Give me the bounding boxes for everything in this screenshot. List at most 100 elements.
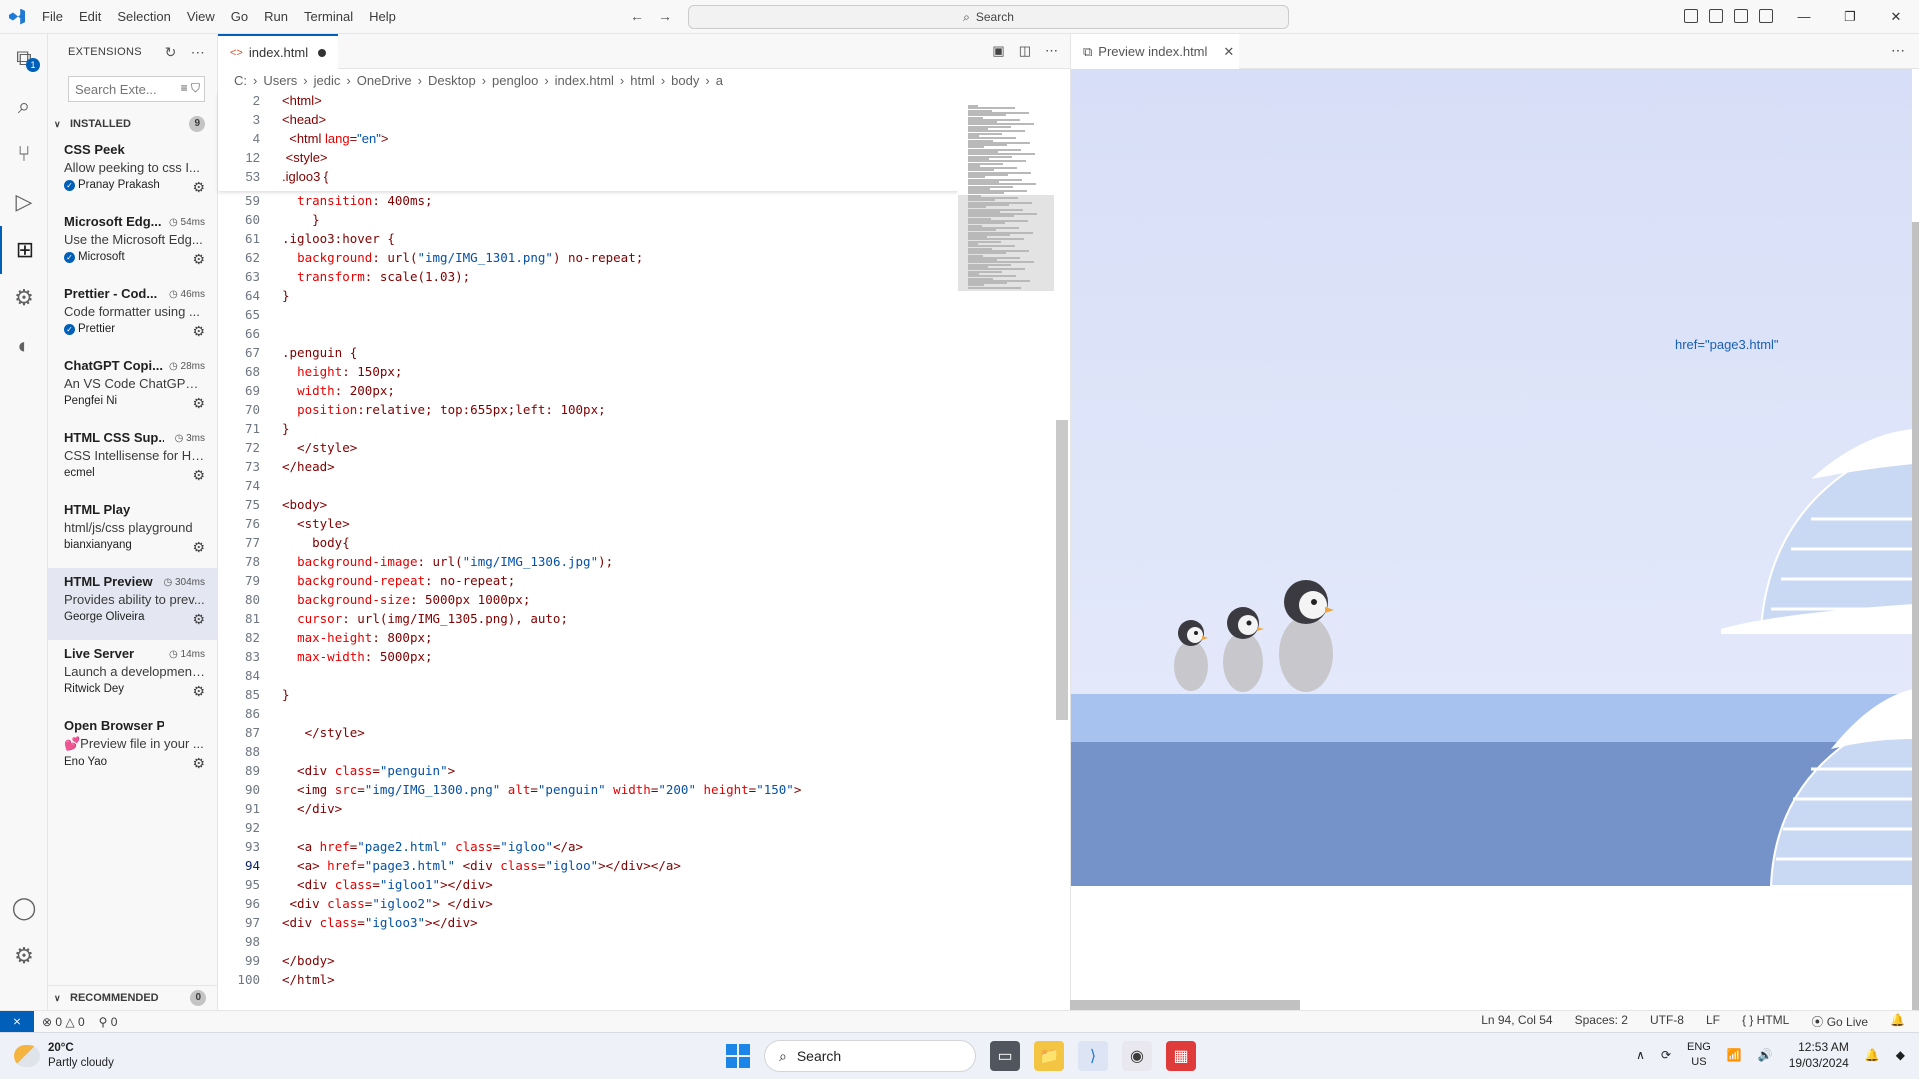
manage-extension-gear-icon[interactable]: ⚙	[192, 395, 205, 412]
copilot-icon[interactable]: ◆	[1896, 1048, 1905, 1062]
extensions-search-input[interactable]: Search Exte... ≡ ⛉	[68, 76, 205, 102]
preview-vertical-scrollbar[interactable]	[1912, 222, 1919, 1010]
installed-section-header[interactable]: ∨ INSTALLED 9	[48, 112, 217, 136]
extension-item[interactable]: Microsoft Edg... ◷ 54ms Use the Microsoft …	[48, 208, 217, 280]
app-icon[interactable]: ▦	[1166, 1041, 1196, 1071]
forward-arrow-icon[interactable]: →	[658, 8, 672, 24]
encoding[interactable]: UTF-8	[1650, 1013, 1684, 1030]
manage-extension-gear-icon[interactable]: ⚙	[192, 467, 205, 484]
end-of-line[interactable]: LF	[1706, 1013, 1720, 1030]
language-mode[interactable]: { } HTML	[1742, 1013, 1789, 1030]
code-editor[interactable]: 59 transition: 400ms; 60 } 61 .igloo3:hover…	[218, 91, 958, 1010]
breadcrumb-item[interactable]: Users	[263, 73, 297, 88]
toggle-panel-icon[interactable]	[1709, 9, 1723, 23]
menu-go[interactable]: Go	[223, 0, 256, 34]
back-arrow-icon[interactable]: ←	[630, 8, 644, 24]
extension-item[interactable]: Open Browser Preview 💕Preview file in you…	[48, 712, 217, 784]
breadcrumb-item[interactable]: jedic	[314, 73, 341, 88]
refresh-icon[interactable]: ↻	[165, 44, 177, 61]
igloo-right-image[interactable]	[1721, 429, 1912, 634]
task-view-icon[interactable]: ▭	[990, 1041, 1020, 1071]
menu-run[interactable]: Run	[256, 0, 296, 34]
close-icon[interactable]: ✕	[1873, 0, 1919, 34]
more-actions-icon[interactable]: ⋯	[1045, 43, 1058, 59]
filter-icon[interactable]: ≡ ⛉	[181, 81, 200, 96]
ports-indicator[interactable]: ⚲ 0	[99, 1015, 118, 1029]
run-debug-icon[interactable]: ▷	[0, 178, 48, 226]
manage-extension-gear-icon[interactable]: ⚙	[192, 755, 205, 772]
file-explorer-icon[interactable]: 📁	[1034, 1041, 1064, 1071]
accounts-icon[interactable]: ◯	[0, 884, 48, 932]
extension-item[interactable]: CSS Peek Allow peeking to css I... ✓ Pranay…	[48, 136, 217, 208]
extension-item[interactable]: Live Server ◷ 14ms Launch a development...…	[48, 640, 217, 712]
customize-layout-icon[interactable]	[1759, 9, 1773, 23]
taskbar-search[interactable]: ⌕ Search	[764, 1040, 976, 1072]
cursor-position[interactable]: Ln 94, Col 54	[1481, 1013, 1552, 1030]
manage-extension-gear-icon[interactable]: ⚙	[192, 611, 205, 628]
breadcrumb-item[interactable]: C:	[234, 73, 247, 88]
more-actions-icon[interactable]: ⋯	[191, 44, 205, 61]
wifi-icon[interactable]: 📶	[1727, 1048, 1742, 1062]
command-center-search[interactable]: ⌕ Search	[688, 5, 1289, 29]
unsaved-dot-icon[interactable]	[318, 49, 326, 57]
breadcrumb-item[interactable]: Desktop	[428, 73, 476, 88]
igloo-lower-right-image[interactable]	[1769, 689, 1912, 886]
tab-index-html[interactable]: <> index.html	[218, 34, 338, 69]
start-windows-icon[interactable]	[726, 1044, 750, 1068]
minimap[interactable]	[958, 91, 1070, 1010]
manage-extension-gear-icon[interactable]: ⚙	[192, 179, 205, 196]
recommended-section-header[interactable]: ∨ RECOMMENDED 0	[48, 986, 217, 1010]
menu-help[interactable]: Help	[361, 0, 404, 34]
preview-horizontal-scrollbar[interactable]	[1070, 1000, 1300, 1010]
breadcrumb-item[interactable]: body	[671, 73, 699, 88]
language-indicator[interactable]: ENG US	[1687, 1040, 1711, 1070]
notification-bell-icon[interactable]: 🔔	[1865, 1048, 1880, 1062]
chatgpt-icon[interactable]: ⚙	[0, 274, 48, 322]
restore-icon[interactable]: ❐	[1827, 0, 1873, 34]
penguin-small-image[interactable]	[1174, 620, 1208, 691]
html-preview-pane[interactable]: href="page3.html"	[1070, 69, 1912, 1010]
extension-item[interactable]: Prettier - Cod... ◷ 46ms Code formatter us…	[48, 280, 217, 352]
menu-terminal[interactable]: Terminal	[296, 0, 361, 34]
minimize-icon[interactable]: —	[1781, 0, 1827, 34]
split-editor-icon[interactable]: ◫	[1019, 43, 1031, 59]
toggle-primary-sidebar-icon[interactable]	[1684, 9, 1698, 23]
indentation[interactable]: Spaces: 2	[1575, 1013, 1628, 1030]
breadcrumb-item[interactable]: a	[716, 73, 723, 88]
manage-extension-gear-icon[interactable]: ⚙	[192, 323, 205, 340]
extension-item[interactable]: HTML Play html/js/css playground bianxiany…	[48, 496, 217, 568]
menu-view[interactable]: View	[179, 0, 223, 34]
extension-item[interactable]: ChatGPT Copi... ◷ 28ms An VS Code ChatGPT …	[48, 352, 217, 424]
toggle-secondary-sidebar-icon[interactable]	[1734, 9, 1748, 23]
manage-extension-gear-icon[interactable]: ⚙	[192, 539, 205, 556]
search-view-icon[interactable]: ⌕	[0, 82, 48, 130]
volume-icon[interactable]: 🔊	[1758, 1048, 1773, 1062]
close-tab-icon[interactable]: ✕	[1223, 44, 1234, 60]
tab-preview-index-html[interactable]: ⧉ Preview index.html ✕	[1071, 34, 1239, 69]
edge-devtools-icon[interactable]: ◐	[0, 322, 48, 370]
clock[interactable]: 12:53 AM 19/03/2024	[1789, 1039, 1849, 1071]
editor-scrollbar[interactable]	[1056, 420, 1068, 720]
extension-item[interactable]: HTML CSS Sup... ◷ 3ms CSS Intellisense for…	[48, 424, 217, 496]
breadcrumb-item[interactable]: html	[630, 73, 655, 88]
chrome-icon[interactable]: ◉	[1122, 1041, 1152, 1071]
vscode-taskbar-icon[interactable]: ⟩	[1078, 1041, 1108, 1071]
sync-icon[interactable]: ⟳	[1661, 1048, 1671, 1062]
more-actions-icon[interactable]: ⋯	[1891, 42, 1905, 59]
penguin-medium-image[interactable]	[1223, 607, 1264, 692]
open-preview-icon[interactable]: ▣	[992, 43, 1004, 59]
menu-edit[interactable]: Edit	[71, 0, 109, 34]
go-live-button[interactable]: ⦿ Go Live	[1811, 1013, 1868, 1030]
problems-indicator[interactable]: ⊗ 0 △ 0	[42, 1015, 85, 1029]
extension-item[interactable]: HTML Preview ◷ 304ms Provides ability to p…	[48, 568, 217, 640]
manage-extension-gear-icon[interactable]: ⚙	[192, 251, 205, 268]
explorer-icon[interactable]: ⧉ 1	[0, 34, 48, 82]
manage-extension-gear-icon[interactable]: ⚙	[192, 683, 205, 700]
extensions-icon[interactable]: ⊞	[0, 226, 48, 274]
breadcrumb-item[interactable]: index.html	[555, 73, 614, 88]
breadcrumb-item[interactable]: pengloo	[492, 73, 538, 88]
breadcrumb-item[interactable]: OneDrive	[357, 73, 412, 88]
menu-file[interactable]: File	[34, 0, 71, 34]
weather-widget[interactable]: 20°C Partly cloudy	[14, 1041, 114, 1071]
remote-indicator-icon[interactable]: ⨯	[0, 1010, 34, 1033]
